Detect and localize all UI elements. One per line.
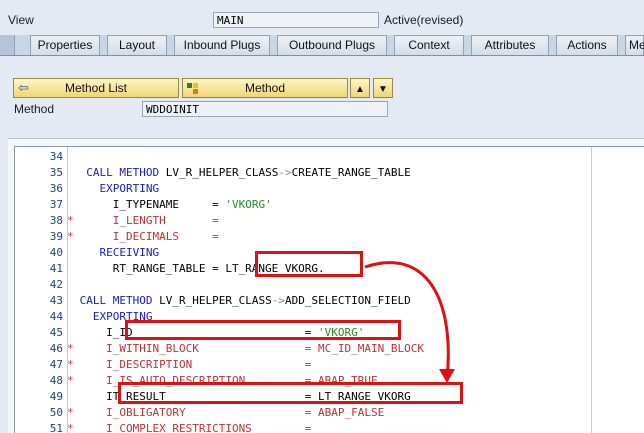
method-field-label: Method xyxy=(14,102,55,116)
method-icon xyxy=(187,82,199,94)
tab-inbound-plugs[interactable]: Inbound Plugs xyxy=(174,35,270,55)
view-status: Active(revised) xyxy=(384,13,464,27)
tab-outbound-plugs[interactable]: Outbound Plugs xyxy=(277,35,387,55)
tab-layout[interactable]: Layout xyxy=(107,35,167,55)
tab-scroll-left-icon[interactable] xyxy=(0,35,15,55)
method-name-field[interactable]: WDDOINIT xyxy=(142,101,388,117)
tab-attributes[interactable]: Attributes xyxy=(471,35,549,55)
triangle-up-icon: ▲ xyxy=(355,84,365,95)
code-editor[interactable]: 34 35 CALL METHOD LV_R_HELPER_CLASS->CREA… xyxy=(14,146,644,433)
view-label: View xyxy=(8,13,34,27)
tab-actions[interactable]: Actions xyxy=(556,35,618,55)
tab-context[interactable]: Context xyxy=(394,35,464,55)
method-button[interactable]: Method xyxy=(182,78,348,98)
method-list-button[interactable]: ⇦ Method List xyxy=(13,78,179,98)
arrow-left-icon: ⇦ xyxy=(18,80,29,95)
move-up-button[interactable]: ▲ xyxy=(350,78,370,98)
view-name-field[interactable]: MAIN xyxy=(213,12,379,28)
triangle-down-icon: ▼ xyxy=(378,84,388,95)
tab-properties[interactable]: Properties xyxy=(30,35,100,55)
move-down-button[interactable]: ▼ xyxy=(373,78,393,98)
arrow-head-icon xyxy=(439,369,455,383)
annotation-arrow xyxy=(364,261,455,383)
tab-methods[interactable]: Me xyxy=(625,35,644,55)
